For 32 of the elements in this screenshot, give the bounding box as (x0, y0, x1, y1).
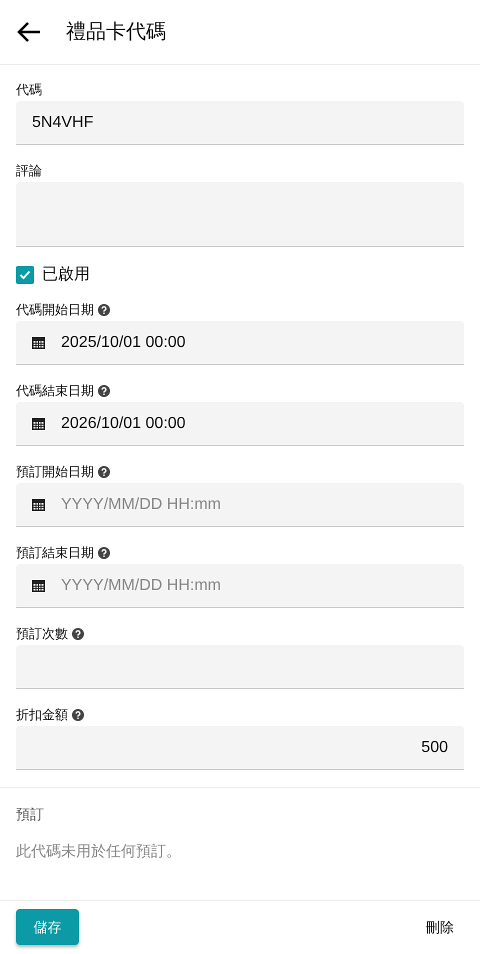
field-label: 折扣金額 (16, 706, 68, 724)
back-button[interactable] (16, 21, 42, 43)
help-icon[interactable] (98, 304, 110, 316)
checkbox-label: 已啟用 (42, 265, 90, 285)
section-title: 預訂 (16, 805, 45, 824)
empty-message: 此代碼未用於任何預訂。 (16, 842, 182, 862)
help-icon[interactable] (98, 385, 110, 397)
checkmark-icon (19, 270, 31, 280)
date-field[interactable]: 2025/10/01 00:00 (16, 321, 464, 365)
calendar-icon (32, 498, 45, 510)
code-field[interactable]: 5N4VHF (16, 101, 464, 145)
help-icon[interactable] (98, 547, 110, 559)
calendar-icon (32, 336, 45, 348)
field-label: 預訂開始日期 (16, 463, 94, 481)
calendar-icon (32, 580, 45, 592)
field-label: 評論 (16, 162, 42, 180)
help-icon[interactable] (98, 466, 110, 478)
help-icon[interactable] (72, 709, 84, 721)
help-icon[interactable] (72, 628, 84, 640)
checkbox[interactable] (16, 266, 34, 284)
delete-button[interactable]: 刪除 (420, 916, 460, 938)
field-label: 代碼 (16, 81, 42, 99)
field-label: 代碼開始日期 (16, 301, 94, 319)
comment-field[interactable] (16, 182, 464, 247)
page-title: 禮品卡代碼 (66, 20, 166, 45)
field-label: 預訂次數 (16, 625, 68, 643)
field-label: 代碼結束日期 (16, 382, 94, 400)
number-field[interactable]: 500 (16, 726, 464, 770)
number-field[interactable] (16, 645, 464, 689)
field-label: 預訂結束日期 (16, 544, 94, 562)
date-field[interactable]: 2026/10/01 00:00 (16, 402, 464, 446)
calendar-icon (32, 418, 45, 430)
